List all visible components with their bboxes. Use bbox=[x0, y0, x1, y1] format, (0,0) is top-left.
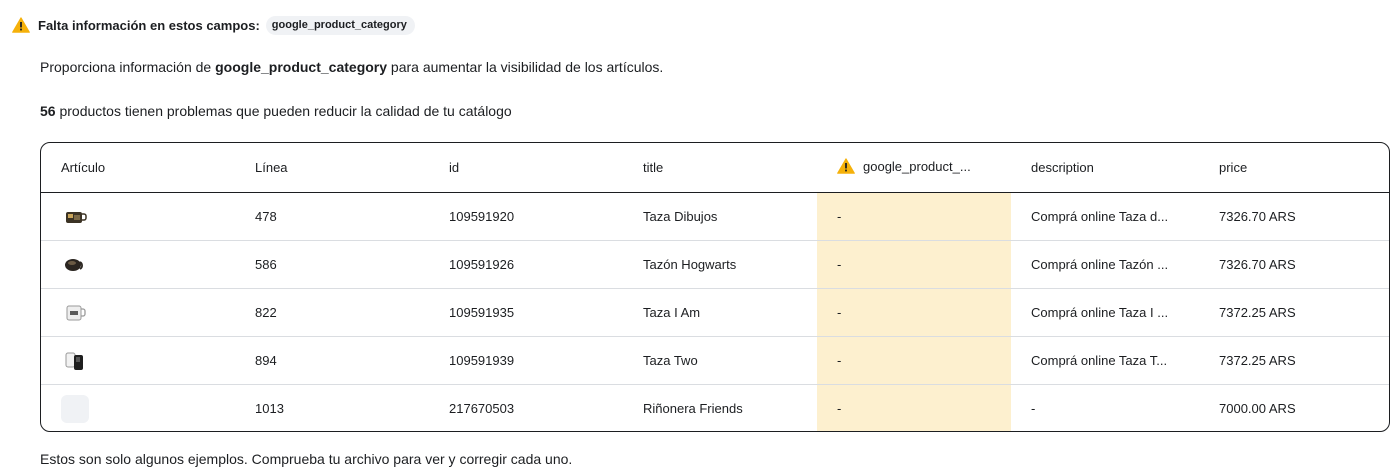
title-cell: Riñonera Friends bbox=[643, 401, 743, 416]
missing-fields-alert: Falta información en estos campos: googl… bbox=[12, 14, 415, 36]
table-row[interactable]: 478 109591920 Taza Dibujos - Comprá onli… bbox=[41, 192, 1389, 241]
product-thumbnail-placeholder bbox=[61, 394, 89, 423]
article-cell bbox=[41, 336, 235, 385]
intro-prefix: Proporciona información de bbox=[40, 59, 216, 75]
table-row[interactable]: 894 109591939 Taza Two - Comprá online T… bbox=[41, 336, 1389, 385]
product-thumbnail bbox=[61, 203, 89, 231]
description-cell: Comprá online Taza I ... bbox=[1011, 288, 1199, 337]
line-cell: 894 bbox=[235, 336, 429, 385]
description-cell: Comprá online Taza d... bbox=[1011, 192, 1199, 241]
warning-triangle-icon bbox=[12, 17, 30, 33]
id-cell: 109591939 bbox=[429, 336, 623, 385]
gpc-cell: - bbox=[817, 384, 1011, 431]
price-cell: 7326.70 ARS bbox=[1199, 240, 1389, 289]
gpc-cell: - bbox=[817, 240, 1011, 289]
table-row[interactable]: 822 109591935 Taza I Am - Comprá online … bbox=[41, 288, 1389, 337]
table-header-row: Artículo Línea id title google_product_.… bbox=[41, 143, 1389, 193]
problem-summary-text: productos tienen problemas que pueden re… bbox=[55, 103, 512, 119]
warning-triangle-icon bbox=[837, 158, 855, 174]
column-header-title: title bbox=[623, 143, 817, 193]
article-cell bbox=[41, 288, 235, 337]
column-header-google-product-category: google_product_... bbox=[817, 143, 1011, 193]
column-header-article: Artículo bbox=[41, 143, 235, 193]
description-cell: - bbox=[1031, 401, 1036, 416]
article-cell bbox=[41, 192, 235, 241]
column-header-price: price bbox=[1199, 143, 1389, 193]
title-cell: Taza Two bbox=[623, 336, 817, 385]
price-cell: 7372.25 ARS bbox=[1199, 336, 1389, 385]
id-cell: 109591926 bbox=[429, 240, 623, 289]
id-cell: 109591935 bbox=[429, 288, 623, 337]
problem-summary: 56 productos tienen problemas que pueden… bbox=[40, 103, 512, 119]
gpc-cell: - bbox=[817, 192, 1011, 241]
gpc-cell: - bbox=[817, 288, 1011, 337]
column-header-line: Línea bbox=[235, 143, 429, 193]
products-table: Artículo Línea id title google_product_.… bbox=[41, 143, 1389, 432]
footer-note: Estos son solo algunos ejemplos. Comprue… bbox=[40, 451, 573, 467]
column-header-description: description bbox=[1011, 143, 1199, 193]
intro-text: Proporciona información de google_produc… bbox=[40, 59, 663, 75]
line-cell: 478 bbox=[235, 192, 429, 241]
title-cell: Taza I Am bbox=[623, 288, 817, 337]
intro-field: google_product_category bbox=[215, 59, 388, 75]
price-cell: 7326.70 ARS bbox=[1199, 192, 1389, 241]
description-cell: Comprá online Taza T... bbox=[1011, 336, 1199, 385]
alert-label: Falta información en estos campos: bbox=[38, 17, 260, 33]
products-table-container: Artículo Línea id title google_product_.… bbox=[40, 142, 1390, 432]
product-thumbnail bbox=[61, 251, 89, 279]
column-header-id: id bbox=[429, 143, 623, 193]
price-cell: 7000.00 ARS bbox=[1219, 401, 1296, 416]
gpc-cell: - bbox=[817, 336, 1011, 385]
table-row[interactable]: 586 109591926 Tazón Hogwarts - Comprá on… bbox=[41, 240, 1389, 289]
line-cell: 1013 bbox=[255, 401, 284, 416]
table-row[interactable]: 1013 217670503 Riñonera Friends - - 7000… bbox=[41, 384, 1389, 432]
description-cell: Comprá online Tazón ... bbox=[1011, 240, 1199, 289]
price-cell: 7372.25 ARS bbox=[1199, 288, 1389, 337]
intro-suffix: para aumentar la visibilidad de los artí… bbox=[387, 59, 664, 75]
problem-count: 56 bbox=[40, 103, 56, 119]
title-cell: Tazón Hogwarts bbox=[623, 240, 817, 289]
id-cell: 109591920 bbox=[429, 192, 623, 241]
product-thumbnail bbox=[61, 299, 89, 327]
article-cell bbox=[41, 385, 235, 432]
id-cell: 217670503 bbox=[449, 401, 515, 416]
missing-field-chip: google_product_category bbox=[265, 15, 415, 35]
column-header-gpc-label: google_product_... bbox=[863, 158, 971, 174]
product-thumbnail bbox=[61, 347, 89, 375]
article-cell bbox=[41, 240, 235, 289]
title-cell: Taza Dibujos bbox=[623, 192, 817, 241]
line-cell: 822 bbox=[235, 288, 429, 337]
line-cell: 586 bbox=[235, 240, 429, 289]
